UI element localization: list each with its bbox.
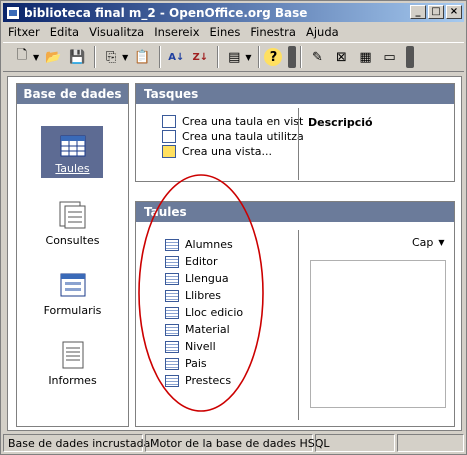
- new-dropdown-icon[interactable]: ▼: [33, 53, 39, 62]
- report-icon[interactable]: ▭: [378, 46, 400, 68]
- new-document-icon[interactable]: 🗋: [11, 46, 33, 68]
- menu-finestra[interactable]: Finestra: [245, 25, 301, 39]
- status-empty-2: [397, 434, 464, 452]
- sort-descending-icon[interactable]: Z↓: [189, 46, 211, 68]
- toolbar-separator: [159, 46, 162, 68]
- edit-table-icon[interactable]: ✎: [306, 46, 328, 68]
- status-empty-1: [315, 434, 395, 452]
- toolbar: 🗋 ▼ 📂 💾 ⎘ ▼ 📋 A↓ Z↓ ▤ ▼ ? ✎ ⊠ ▦ ▭: [3, 42, 464, 72]
- window-title: biblioteca final m_2 - OpenOffice.org Ba…: [24, 5, 308, 20]
- maximize-button[interactable]: □: [428, 5, 444, 19]
- title-bar: biblioteca final m_2 - OpenOffice.org Ba…: [3, 3, 464, 22]
- delete-table-icon[interactable]: ⊠: [330, 46, 352, 68]
- rename-icon[interactable]: ▦: [354, 46, 376, 68]
- menu-insereix[interactable]: Insereix: [149, 25, 204, 39]
- paste-icon[interactable]: 📋: [131, 46, 153, 68]
- annotation-layer: [138, 174, 264, 412]
- form-dropdown-icon[interactable]: ▼: [245, 53, 251, 62]
- help-icon[interactable]: ?: [264, 48, 283, 66]
- copy-dropdown-icon[interactable]: ▼: [122, 53, 128, 62]
- open-folder-icon[interactable]: 📂: [42, 46, 64, 68]
- toolbar-separator: [217, 46, 220, 68]
- form-icon[interactable]: ▤: [223, 46, 245, 68]
- app-icon: [6, 5, 20, 20]
- status-bar: Base de dades incrustada Motor de la bas…: [3, 434, 464, 452]
- save-icon[interactable]: 💾: [66, 46, 88, 68]
- toolbar-separator: [258, 46, 261, 68]
- red-circle-annotation: [138, 174, 264, 412]
- menu-bar: Fitxer Edita Visualitza Insereix Eines F…: [3, 23, 464, 41]
- main-area: Base de dades Taules Consultes Formulari…: [7, 76, 462, 431]
- minimize-button[interactable]: _: [410, 5, 426, 19]
- menu-ajuda[interactable]: Ajuda: [301, 25, 344, 39]
- toolbar-separator: [300, 46, 303, 68]
- status-embedded: Base de dades incrustada: [3, 434, 150, 452]
- close-button[interactable]: ×: [446, 5, 462, 19]
- app-window: biblioteca final m_2 - OpenOffice.org Ba…: [0, 0, 467, 455]
- menu-edita[interactable]: Edita: [45, 25, 84, 39]
- toolbar-grip[interactable]: [288, 46, 297, 68]
- menu-visualitza[interactable]: Visualitza: [84, 25, 149, 39]
- toolbar-separator: [94, 46, 97, 68]
- status-engine: Motor de la base de dades HSQL: [145, 434, 330, 452]
- toolbar-grip[interactable]: [406, 46, 415, 68]
- copy-icon[interactable]: ⎘: [100, 46, 122, 68]
- menu-fitxer[interactable]: Fitxer: [3, 25, 45, 39]
- sort-ascending-icon[interactable]: A↓: [165, 46, 187, 68]
- menu-eines[interactable]: Eines: [205, 25, 246, 39]
